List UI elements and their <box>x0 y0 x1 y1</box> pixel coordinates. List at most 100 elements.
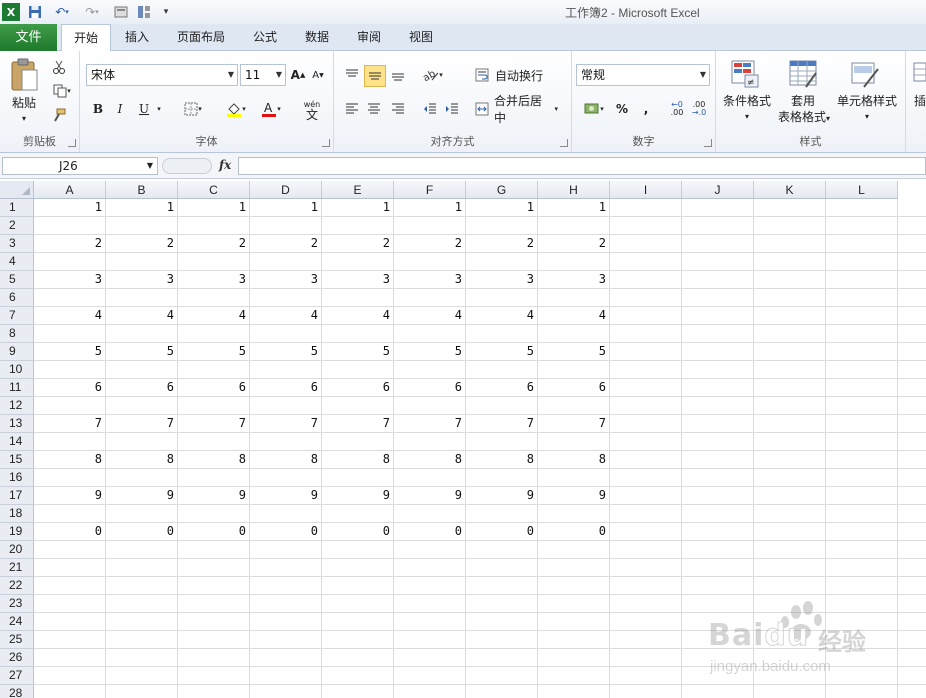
number-format-dropdown-icon[interactable]: ▼ <box>700 65 706 85</box>
number-format-select[interactable]: 常规 ▼ <box>576 64 710 86</box>
table-row[interactable] <box>34 253 926 271</box>
paste-icon[interactable] <box>6 55 42 95</box>
cell-d13[interactable]: 7 <box>250 415 322 433</box>
cell-f15[interactable]: 8 <box>394 451 466 469</box>
save-icon[interactable] <box>26 3 44 21</box>
alignment-launcher-icon[interactable] <box>560 139 568 147</box>
excel-logo-icon[interactable]: X <box>2 3 20 21</box>
table-row[interactable] <box>34 217 926 235</box>
cell-b1[interactable]: 1 <box>106 199 178 217</box>
insert-function-button[interactable]: fx <box>219 158 231 172</box>
row-header-19[interactable]: 19 <box>0 523 34 541</box>
quick-access-custom-icon[interactable] <box>135 3 153 21</box>
undo-icon[interactable]: ↶ ▾ <box>50 3 74 21</box>
cell-g9[interactable]: 5 <box>466 343 538 361</box>
comma-style-button[interactable]: , <box>636 99 656 119</box>
row-header-9[interactable]: 9 <box>0 343 34 361</box>
cell-e11[interactable]: 6 <box>322 379 394 397</box>
cell-g11[interactable]: 6 <box>466 379 538 397</box>
cell-d7[interactable]: 4 <box>250 307 322 325</box>
cell-b17[interactable]: 9 <box>106 487 178 505</box>
formula-bar-divider[interactable] <box>162 158 212 174</box>
cell-styles-icon[interactable] <box>848 57 882 91</box>
insert-cells-icon[interactable] <box>912 57 926 87</box>
merge-center-icon[interactable] <box>472 99 492 119</box>
grow-font-icon[interactable]: A ▲ <box>288 65 308 85</box>
cell-h17[interactable]: 9 <box>538 487 610 505</box>
align-bottom-icon[interactable] <box>388 65 408 85</box>
clipboard-launcher-icon[interactable] <box>68 139 76 147</box>
customize-toolbar-icon[interactable]: ▾ <box>160 3 172 21</box>
cell-a11[interactable]: 6 <box>34 379 106 397</box>
align-right-icon[interactable] <box>388 99 408 119</box>
insert-cells-button[interactable]: 插 <box>914 93 926 109</box>
shrink-font-icon[interactable]: A ▼ <box>308 65 328 85</box>
column-header-a[interactable]: A <box>34 181 106 199</box>
format-as-table-button[interactable]: 表格格式▾ <box>772 109 836 127</box>
cell-f9[interactable]: 5 <box>394 343 466 361</box>
cell-a3[interactable]: 2 <box>34 235 106 253</box>
conditional-formatting-dropdown-icon[interactable]: ▾ <box>718 109 776 125</box>
cell-a19[interactable]: 0 <box>34 523 106 541</box>
formula-input[interactable] <box>238 157 926 175</box>
cell-d11[interactable]: 6 <box>250 379 322 397</box>
cell-e15[interactable]: 8 <box>322 451 394 469</box>
table-row[interactable] <box>34 397 926 415</box>
column-header-h[interactable]: H <box>538 181 610 199</box>
conditional-formatting-icon[interactable]: ≠ <box>728 57 762 91</box>
row-header-20[interactable]: 20 <box>0 541 34 559</box>
italic-button[interactable]: I <box>110 99 130 119</box>
cell-e3[interactable]: 2 <box>322 235 394 253</box>
format-painter-icon[interactable] <box>48 105 70 125</box>
accounting-format-icon[interactable]: ▾ <box>578 99 610 119</box>
merge-center-button[interactable]: 合并后居中 ▾ <box>494 94 558 125</box>
increase-indent-icon[interactable] <box>442 99 462 119</box>
cell-h3[interactable]: 2 <box>538 235 610 253</box>
orientation-icon[interactable]: ab ▾ <box>420 65 446 85</box>
cell-c5[interactable]: 3 <box>178 271 250 289</box>
cell-f7[interactable]: 4 <box>394 307 466 325</box>
cell-g13[interactable]: 7 <box>466 415 538 433</box>
cell-f13[interactable]: 7 <box>394 415 466 433</box>
cell-d19[interactable]: 0 <box>250 523 322 541</box>
cell-e7[interactable]: 4 <box>322 307 394 325</box>
row-header-15[interactable]: 15 <box>0 451 34 469</box>
cell-b11[interactable]: 6 <box>106 379 178 397</box>
cell-c1[interactable]: 1 <box>178 199 250 217</box>
row-header-12[interactable]: 12 <box>0 397 34 415</box>
column-header-i[interactable]: I <box>610 181 682 199</box>
row-header-25[interactable]: 25 <box>0 631 34 649</box>
tab-review[interactable]: 审阅 <box>348 24 390 51</box>
cell-c7[interactable]: 4 <box>178 307 250 325</box>
cell-e9[interactable]: 5 <box>322 343 394 361</box>
table-row[interactable] <box>34 469 926 487</box>
row-header-28[interactable]: 28 <box>0 685 34 698</box>
row-header-7[interactable]: 7 <box>0 307 34 325</box>
cell-b5[interactable]: 3 <box>106 271 178 289</box>
row-header-1[interactable]: 1 <box>0 199 34 217</box>
table-row[interactable] <box>34 505 926 523</box>
align-center-icon[interactable] <box>364 99 384 119</box>
row-header-11[interactable]: 11 <box>0 379 34 397</box>
row-header-22[interactable]: 22 <box>0 577 34 595</box>
cell-b7[interactable]: 4 <box>106 307 178 325</box>
cell-g1[interactable]: 1 <box>466 199 538 217</box>
cell-d17[interactable]: 9 <box>250 487 322 505</box>
underline-dropdown-icon[interactable]: ▾ <box>154 99 164 119</box>
cell-h19[interactable]: 0 <box>538 523 610 541</box>
row-header-21[interactable]: 21 <box>0 559 34 577</box>
copy-icon[interactable]: ▾ <box>48 81 76 101</box>
cell-d5[interactable]: 3 <box>250 271 322 289</box>
decrease-decimal-button[interactable]: .00 →.0 <box>688 99 710 119</box>
cell-h13[interactable]: 7 <box>538 415 610 433</box>
borders-icon[interactable]: ▾ <box>178 99 208 119</box>
underline-button[interactable]: U <box>134 99 154 119</box>
cell-styles-button[interactable]: 单元格样式 <box>834 93 900 109</box>
row-header-13[interactable]: 13 <box>0 415 34 433</box>
paste-dropdown-icon[interactable]: ▾ <box>4 111 44 127</box>
wrap-text-icon[interactable] <box>472 65 492 85</box>
row-header-3[interactable]: 3 <box>0 235 34 253</box>
cell-a13[interactable]: 7 <box>34 415 106 433</box>
cell-h7[interactable]: 4 <box>538 307 610 325</box>
row-header-16[interactable]: 16 <box>0 469 34 487</box>
